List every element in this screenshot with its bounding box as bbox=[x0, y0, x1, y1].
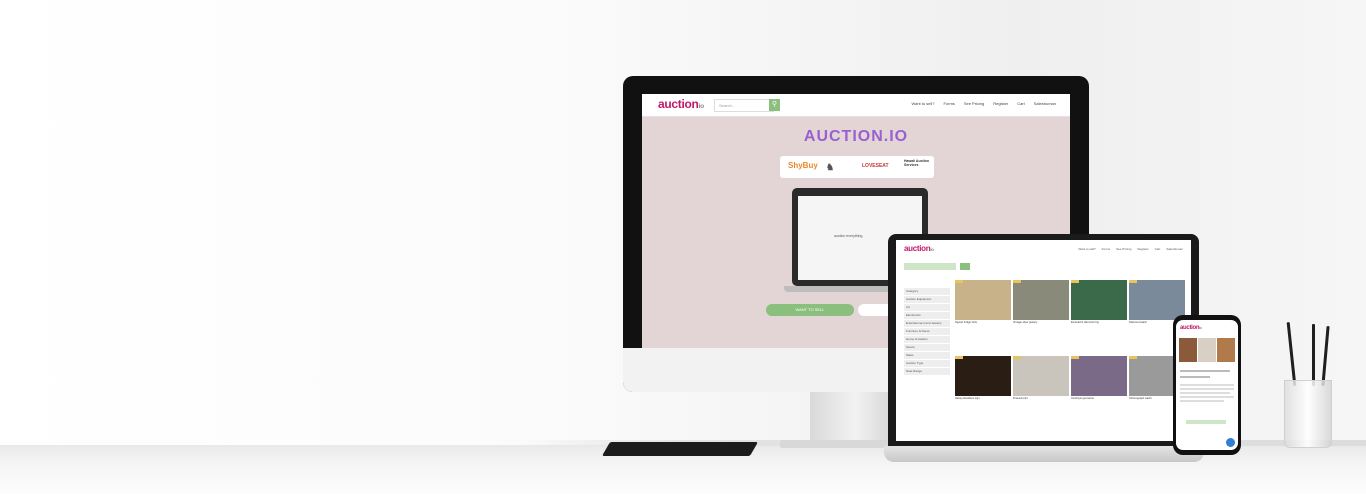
horse-logo-icon: ♞ bbox=[826, 162, 835, 172]
filter-row[interactable]: Entertainment and Jewelry bbox=[904, 320, 950, 327]
brand-hawaii: Hawaii Auction Services bbox=[904, 159, 929, 167]
filter-row[interactable]: Art bbox=[904, 304, 950, 311]
auction-logo[interactable]: auctionio bbox=[658, 97, 704, 111]
search-icon: ⚲ bbox=[771, 101, 778, 108]
product-badge bbox=[1071, 280, 1079, 283]
hero-title: AUCTION.IO bbox=[803, 128, 909, 145]
lp-nav-link[interactable]: Forms bbox=[1102, 247, 1111, 251]
filter-row[interactable]: Electronics bbox=[904, 312, 950, 319]
laptop-search-input[interactable] bbox=[904, 263, 956, 270]
laptop-search-button[interactable] bbox=[960, 263, 970, 270]
product-badge bbox=[955, 280, 963, 283]
filter-row[interactable]: Auction Equipment bbox=[904, 296, 950, 303]
product-image[interactable] bbox=[955, 356, 1011, 396]
chat-icon[interactable] bbox=[1226, 438, 1235, 447]
nav-link-pricing[interactable]: See Pricing bbox=[964, 101, 984, 106]
phone-text-line bbox=[1180, 384, 1234, 386]
lp-nav-link[interactable]: Register bbox=[1137, 247, 1148, 251]
nav-link-forms[interactable]: Forms bbox=[943, 101, 954, 106]
laptop-logo[interactable]: auctionio bbox=[904, 244, 934, 253]
laptop-screen: auctionio Want to sell? Forms See Pricin… bbox=[896, 240, 1191, 441]
search-input[interactable]: Search... bbox=[714, 99, 774, 112]
product-title: Amethyst gemstone bbox=[1071, 397, 1094, 400]
search-button[interactable]: ⚲ bbox=[769, 99, 780, 111]
product-image[interactable] bbox=[955, 280, 1011, 320]
phone-screen: auctionio bbox=[1176, 320, 1238, 450]
monitor-navbar: auctionio Search... ⚲ Want to sell? Form… bbox=[642, 94, 1070, 117]
laptop-base bbox=[884, 446, 1204, 462]
product-image[interactable] bbox=[1013, 356, 1069, 396]
filter-row[interactable]: Date Range bbox=[904, 368, 950, 375]
product-title: Harley-Davidson sign bbox=[955, 397, 980, 400]
phone-text-line bbox=[1180, 396, 1234, 398]
product-badge bbox=[1129, 356, 1137, 359]
product-title: Vintage silver jewelry bbox=[1013, 321, 1038, 324]
phone-text-line bbox=[1180, 392, 1230, 394]
phone-image[interactable] bbox=[1198, 338, 1216, 362]
phone-text-line bbox=[1180, 400, 1224, 402]
inner-select: auction everything bbox=[834, 234, 863, 238]
phone-logo-suffix: io bbox=[1199, 326, 1202, 330]
product-image[interactable] bbox=[1071, 280, 1127, 320]
notebook bbox=[601, 442, 759, 456]
pen bbox=[1312, 324, 1315, 386]
nav-link-sell[interactable]: Want to sell? bbox=[911, 101, 934, 106]
filter-row[interactable]: Sales bbox=[904, 352, 950, 359]
filter-row[interactable]: Sports bbox=[904, 344, 950, 351]
product-card[interactable]: Framed print bbox=[1013, 356, 1069, 410]
phone-logo-text: auction bbox=[1180, 325, 1200, 331]
product-badge bbox=[1013, 280, 1021, 283]
lp-nav-link[interactable]: Want to sell? bbox=[1078, 247, 1095, 251]
want-to-sell-button[interactable]: WANT TO SELL bbox=[766, 304, 854, 316]
phone-image[interactable] bbox=[1217, 338, 1235, 362]
product-badge bbox=[955, 356, 963, 359]
nav-links: Want to sell? Forms See Pricing Register… bbox=[911, 101, 1056, 106]
product-card[interactable]: Signed Indigo Girls bbox=[955, 280, 1011, 334]
lp-nav-link[interactable]: See Pricing bbox=[1116, 247, 1131, 251]
filter-row[interactable]: Auction Type bbox=[904, 360, 950, 367]
nav-link-user[interactable]: Saleshuman bbox=[1034, 101, 1056, 106]
lp-nav-link[interactable]: Saleshuman bbox=[1166, 247, 1183, 251]
monitor-stand bbox=[810, 392, 900, 444]
product-title: Emerald & diamond ring bbox=[1071, 321, 1099, 324]
phone-logo[interactable]: auctionio bbox=[1180, 325, 1202, 331]
product-card[interactable]: Emerald & diamond ring bbox=[1071, 280, 1127, 334]
phone-text-line bbox=[1180, 370, 1230, 372]
filter-row[interactable]: Home & Garden bbox=[904, 336, 950, 343]
phone-button[interactable] bbox=[1186, 420, 1226, 424]
logo-suffix: io bbox=[698, 103, 705, 110]
brand-strip: ShyBuy ♞ LOVESEAT Hawaii Auction Service… bbox=[780, 156, 934, 178]
phone-image[interactable] bbox=[1179, 338, 1197, 362]
logo-text: auction bbox=[658, 97, 699, 111]
product-badge bbox=[1129, 280, 1137, 283]
phone-image-strip bbox=[1179, 338, 1235, 362]
filter-row[interactable]: Furniture & Decor bbox=[904, 328, 950, 335]
laptop-nav-links: Want to sell? Forms See Pricing Register… bbox=[1078, 247, 1183, 251]
nav-link-register[interactable]: Register bbox=[993, 101, 1008, 106]
product-card[interactable]: Amethyst gemstone bbox=[1071, 356, 1127, 410]
pen-holder-cup bbox=[1284, 380, 1332, 448]
product-card[interactable]: Vintage silver jewelry bbox=[1013, 280, 1069, 334]
product-title: Signed Indigo Girls bbox=[955, 321, 977, 324]
product-badge bbox=[1071, 356, 1079, 359]
laptop-logo-text: auction bbox=[904, 244, 931, 253]
brand-shybuy: ShyBuy bbox=[788, 161, 818, 170]
phone-text-line bbox=[1180, 388, 1234, 390]
lp-nav-link[interactable]: Cart bbox=[1155, 247, 1161, 251]
product-badge bbox=[1013, 356, 1021, 359]
phone-text-line bbox=[1180, 376, 1210, 378]
laptop-filter-sidebar: Category Auction Equipment Art Electroni… bbox=[904, 288, 950, 438]
filter-row[interactable]: Category bbox=[904, 288, 950, 295]
product-card[interactable]: Harley-Davidson sign bbox=[955, 356, 1011, 410]
product-image[interactable] bbox=[1071, 356, 1127, 396]
product-image[interactable] bbox=[1013, 280, 1069, 320]
laptop-logo-suffix: io bbox=[930, 247, 934, 252]
product-image[interactable] bbox=[1129, 280, 1185, 320]
nav-link-cart[interactable]: Cart bbox=[1017, 101, 1025, 106]
product-title: Framed print bbox=[1013, 397, 1028, 400]
brand-loveseat: LOVESEAT bbox=[862, 163, 889, 169]
